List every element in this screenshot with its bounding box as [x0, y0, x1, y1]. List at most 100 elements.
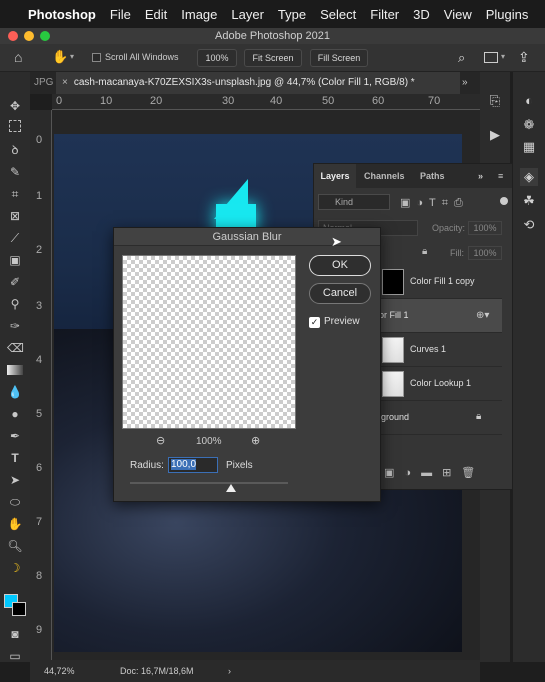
delete-layer-icon[interactable]: 🗑︎ — [461, 467, 485, 479]
lasso-tool-icon[interactable]: ꝺ — [7, 142, 23, 158]
menu-layer[interactable]: Layer — [231, 7, 264, 22]
menu-type[interactable]: Type — [278, 7, 306, 22]
zoom-100-button[interactable]: 100% — [197, 49, 237, 67]
preview-checkbox[interactable]: ✓ — [309, 317, 320, 328]
radius-input[interactable]: 100,0 — [168, 457, 218, 473]
new-group-icon[interactable]: ▬ — [421, 467, 442, 479]
radius-slider-thumb[interactable] — [226, 484, 237, 492]
dodge-tool-icon[interactable]: ● — [7, 406, 23, 422]
menu-image[interactable]: Image — [181, 7, 217, 22]
layers-panel-icon[interactable]: ◈ — [520, 168, 538, 186]
zoom-out-icon[interactable]: ⊖ — [156, 434, 165, 447]
panel-menu-icon[interactable]: ≡ — [498, 164, 503, 188]
layer-thumbnail — [382, 371, 404, 397]
lock-all-icon[interactable]: 🔒︎ — [422, 246, 427, 257]
close-window-button[interactable] — [8, 31, 18, 41]
eraser-tool-icon[interactable]: ⌫ — [7, 340, 24, 356]
zoom-tool-icon[interactable]: 🔍︎ — [7, 538, 23, 554]
ruler-left-label: 7 — [36, 516, 43, 528]
fill-screen-button[interactable]: Fill Screen — [310, 49, 368, 67]
workspace-chevron-icon[interactable]: ▾ — [501, 52, 505, 61]
status-zoom[interactable]: 44,72% — [44, 660, 75, 682]
fill-input[interactable]: 100% — [468, 246, 502, 260]
type-tool-icon[interactable]: T — [7, 450, 23, 466]
marquee-tool-icon[interactable] — [9, 120, 21, 132]
adjustments-panel-icon[interactable]: ◐ — [520, 92, 538, 110]
workspace-icon[interactable] — [484, 52, 498, 63]
gradient-tool-icon[interactable] — [7, 365, 23, 375]
path-select-tool-icon[interactable]: ➤ — [7, 472, 23, 488]
ok-button[interactable]: OK — [309, 255, 371, 276]
layer-fx-icon[interactable]: ⊕▾ — [476, 310, 489, 321]
hand-tool-icon-active[interactable]: ✋ — [7, 516, 23, 532]
menu-file[interactable]: File — [110, 7, 131, 22]
ellipse-tool-icon[interactable]: ⬭ — [7, 494, 23, 510]
channels-panel-icon[interactable]: ☘ — [520, 192, 538, 210]
ruler-left-label: 9 — [36, 624, 43, 636]
history-panel-icon[interactable]: ⎘ — [486, 92, 504, 110]
swatches-panel-icon[interactable]: ▦ — [520, 138, 538, 156]
menu-view[interactable]: View — [444, 7, 472, 22]
tab-channels[interactable]: Channels — [364, 164, 405, 188]
add-mask-icon[interactable]: ▣ — [384, 467, 404, 479]
crop-tool-icon[interactable]: ⌗ — [7, 186, 23, 202]
quick-mask-icon[interactable]: ◙ — [7, 626, 23, 642]
move-tool-icon[interactable]: ✥ — [7, 98, 23, 114]
history-brush-tool-icon[interactable]: ✑ — [7, 318, 23, 334]
filter-toggle-icon[interactable] — [500, 197, 508, 205]
tab-overflow-icon[interactable]: » — [462, 72, 468, 94]
clone-stamp-tool-icon[interactable]: ⚲ — [7, 296, 23, 312]
share-icon[interactable]: ⇪ — [518, 49, 530, 66]
tab-layers[interactable]: Layers — [314, 164, 356, 188]
radius-value: 100,0 — [171, 459, 197, 470]
menu-filter[interactable]: Filter — [370, 7, 399, 22]
brush-tool-icon[interactable]: ✐ — [7, 274, 23, 290]
zoom-window-button[interactable] — [40, 31, 50, 41]
options-bar: ⌂ ✋ ▾ Scroll All Windows 100% Fit Screen… — [0, 44, 545, 72]
scroll-all-windows-checkbox[interactable] — [92, 53, 101, 62]
menu-3d[interactable]: 3D — [413, 7, 430, 22]
blur-tool-icon[interactable]: 💧 — [7, 384, 23, 400]
hand-tool-icon[interactable]: ✋ — [52, 49, 68, 65]
adjustment-layer-icon[interactable]: ◑ — [404, 467, 421, 479]
radius-slider-track[interactable] — [130, 482, 288, 484]
menu-edit[interactable]: Edit — [145, 7, 167, 22]
color-panel-icon[interactable]: ❁ — [520, 116, 538, 134]
blur-preview[interactable] — [122, 255, 296, 429]
zoom-in-icon[interactable]: ⊕ — [251, 434, 260, 447]
window-title-bar: Adobe Photoshop 2021 — [0, 28, 545, 44]
paths-panel-icon[interactable]: ⟲ — [520, 216, 538, 234]
filter-kind-label: Kind — [335, 197, 354, 207]
home-icon[interactable]: ⌂ — [14, 49, 22, 65]
edit-toolbar-icon[interactable]: ☽ — [7, 560, 23, 576]
opacity-input[interactable]: 100% — [468, 221, 502, 235]
tab-active-document[interactable]: × cash-macanaya-K70ZEXSIX3s-unsplash.jpg … — [56, 72, 460, 94]
status-doc-size: Doc: 16,7M/18,6M — [120, 666, 194, 676]
menu-select[interactable]: Select — [320, 7, 356, 22]
tool-preset-chevron-icon[interactable]: ▾ — [70, 52, 74, 61]
layer-filter-icons[interactable]: ▣◑T⌗⎙ — [400, 196, 469, 210]
actions-panel-icon[interactable]: ▶ — [486, 126, 504, 144]
minimize-window-button[interactable] — [24, 31, 34, 41]
layer-thumbnail — [382, 269, 404, 295]
frame-tool-icon[interactable]: ⊠ — [7, 208, 23, 224]
tab-prev-document[interactable]: JPG — [34, 72, 53, 94]
eyedropper-tool-icon[interactable]: ⟋ — [7, 230, 23, 246]
cancel-button[interactable]: Cancel — [309, 283, 371, 304]
healing-brush-tool-icon[interactable]: ▣ — [7, 252, 23, 268]
close-tab-icon[interactable]: × — [62, 77, 68, 88]
filter-kind-select[interactable]: Kind — [318, 194, 390, 210]
background-color-swatch[interactable] — [12, 602, 26, 616]
fit-screen-button[interactable]: Fit Screen — [244, 49, 302, 67]
quick-select-tool-icon[interactable]: ✎ — [7, 164, 23, 180]
app-menu[interactable]: Photoshop — [28, 7, 96, 22]
search-icon[interactable]: ⌕ — [458, 50, 465, 66]
new-layer-icon[interactable]: ⊞ — [442, 467, 461, 479]
ruler-left-label: 0 — [36, 134, 43, 146]
panel-collapse-icon[interactable]: » — [478, 164, 483, 188]
pen-tool-icon[interactable]: ✒ — [7, 428, 23, 444]
screen-mode-icon[interactable]: ▭ — [7, 648, 23, 664]
menu-plugins[interactable]: Plugins — [486, 7, 529, 22]
tab-paths[interactable]: Paths — [420, 164, 445, 188]
status-arrow-icon[interactable]: › — [228, 660, 231, 682]
